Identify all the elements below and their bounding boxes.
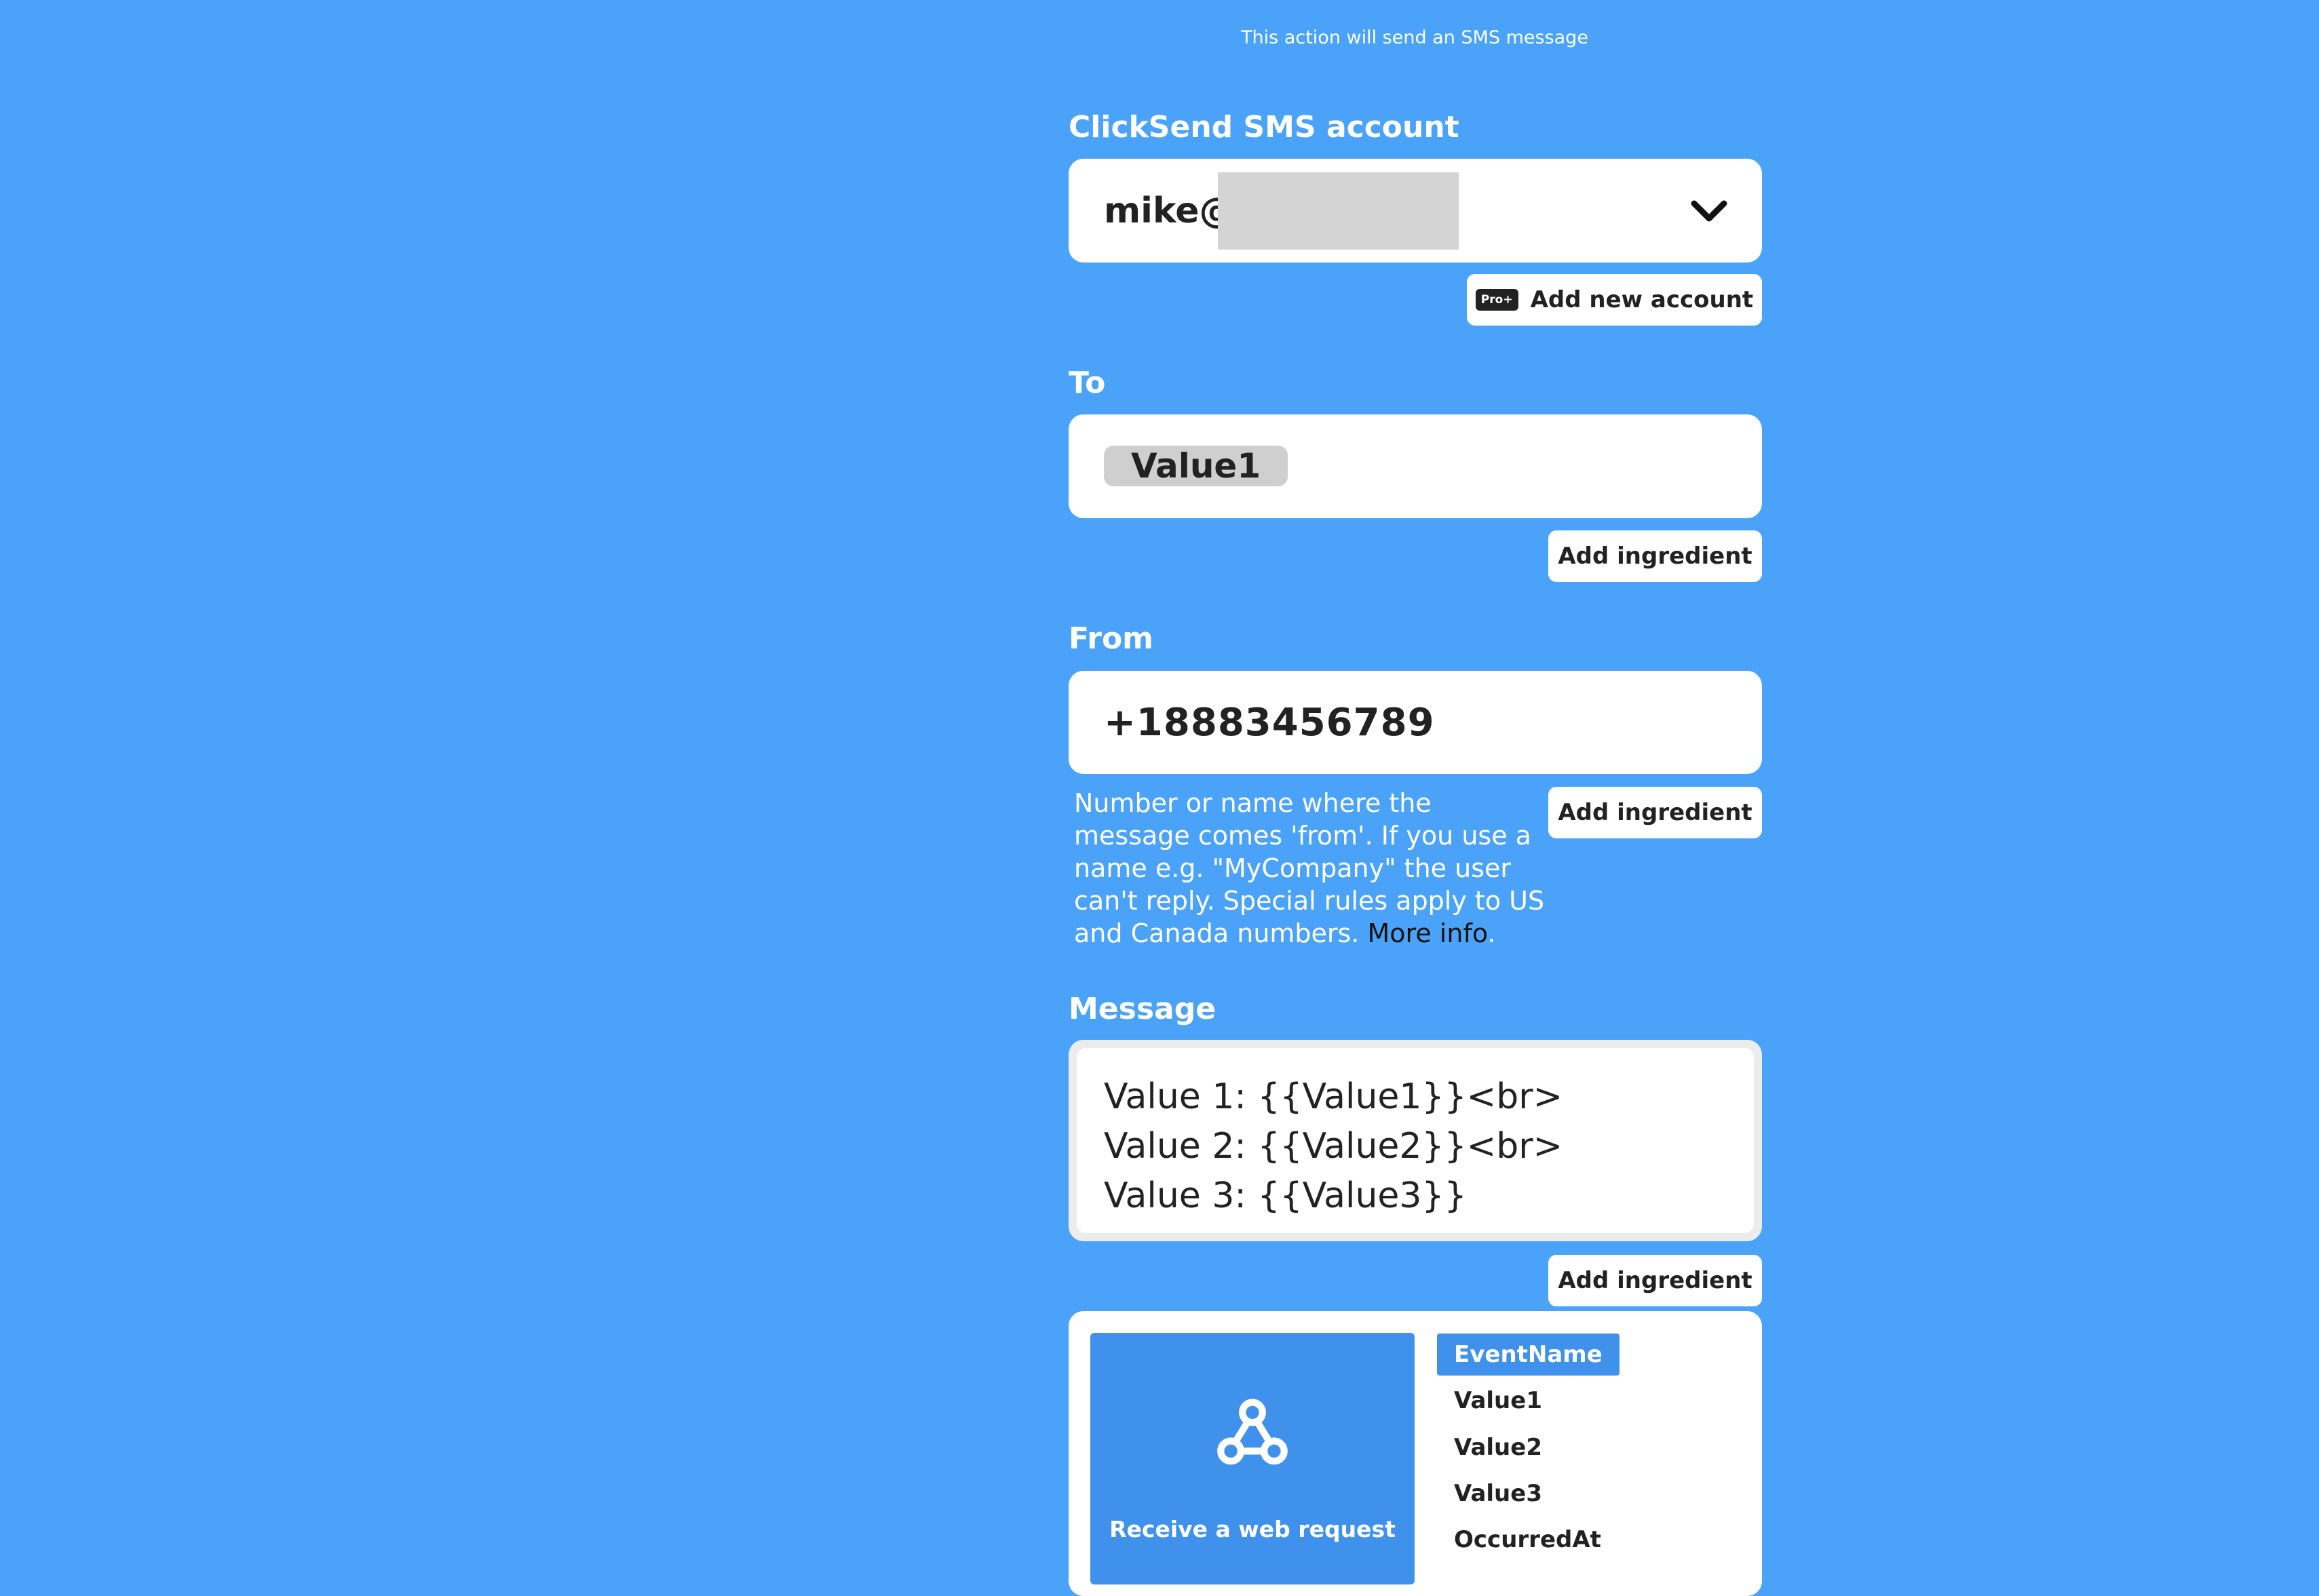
ingredient-pill-value1[interactable]: Value1 [1104,446,1288,486]
account-label: ClickSend SMS account [1069,110,1459,144]
pro-plus-badge: Pro+ [1475,289,1518,311]
ingredient-item-value2[interactable]: Value2 [1437,1426,1559,1468]
to-add-ingredient-button[interactable]: Add ingredient [1548,530,1762,582]
ingredient-item-value3[interactable]: Value3 [1437,1473,1559,1515]
add-new-account-label: Add new account [1530,286,1754,313]
action-notice: This action will send an SMS message [1241,27,1588,48]
message-line: Value 3: {{Value3}} [1104,1175,1467,1216]
message-add-ingredient-button[interactable]: Add ingredient [1548,1255,1762,1306]
webhook-icon [1217,1399,1288,1465]
ingredient-item-eventname[interactable]: EventName [1437,1334,1620,1376]
from-label: From [1069,621,1154,656]
account-select[interactable]: mike@ [1069,159,1762,262]
from-help-text: Number or name where the message comes '… [1074,787,1549,950]
trigger-label: Receive a web request [1109,1516,1396,1542]
message-line: Value 1: {{Value1}}<br> [1104,1076,1563,1117]
message-field[interactable]: Value 1: {{Value1}}<br> Value 2: {{Value… [1069,1040,1762,1241]
to-field[interactable]: Value1 [1069,414,1762,518]
ingredient-item-value1[interactable]: Value1 [1437,1380,1559,1422]
from-add-ingredient-button[interactable]: Add ingredient [1548,787,1762,838]
help-text-end: . [1487,918,1496,948]
add-new-account-button[interactable]: Pro+ Add new account [1467,274,1762,326]
more-info-link[interactable]: More info [1368,918,1488,948]
chevron-down-icon [1691,200,1727,222]
message-textarea[interactable]: Value 1: {{Value1}}<br> Value 2: {{Value… [1077,1048,1754,1233]
message-line: Value 2: {{Value2}}<br> [1104,1126,1563,1167]
trigger-card: Receive a web request [1090,1333,1415,1584]
to-label: To [1069,366,1106,400]
from-field[interactable]: +18883456789 [1069,671,1762,774]
ingredient-panel: Receive a web request EventName Value1 V… [1069,1311,1762,1596]
account-value: mike@ [1104,190,1235,231]
ingredient-item-occurredat[interactable]: OccurredAt [1437,1519,1618,1561]
from-value: +18883456789 [1104,700,1435,745]
message-label: Message [1069,992,1216,1026]
redacted-block [1218,172,1459,250]
